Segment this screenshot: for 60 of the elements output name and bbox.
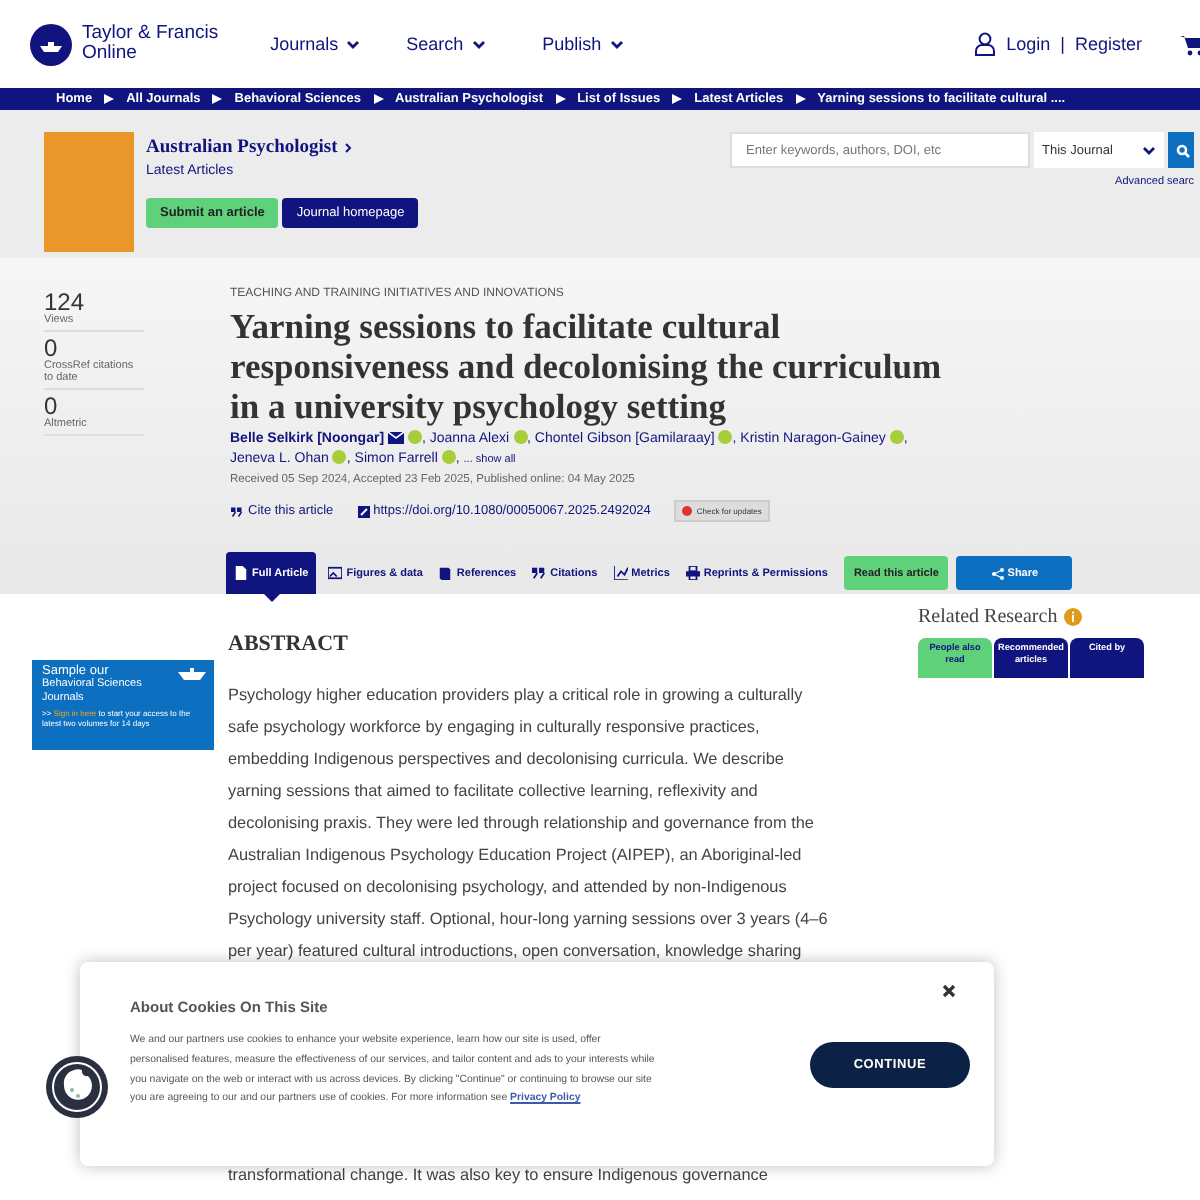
orcid-icon[interactable] [889, 430, 904, 444]
nav-menu[interactable]: Journals [270, 34, 407, 54]
search-icon [1176, 143, 1194, 157]
printer-icon [685, 566, 700, 580]
chevron-right-icon [343, 142, 352, 154]
nav-menu[interactable]: Search [406, 34, 543, 54]
chevron-down-icon [1142, 145, 1156, 155]
metric-value: 0 [44, 336, 58, 360]
orcid-icon[interactable] [332, 450, 347, 464]
metric-value: 0 [44, 394, 58, 418]
metric-value: 124 [44, 290, 87, 314]
book-icon [438, 566, 453, 580]
separator: | [1060, 34, 1065, 54]
close-icon[interactable] [942, 984, 956, 998]
orcid-icon[interactable] [441, 450, 456, 464]
triangle-right-icon [672, 94, 683, 104]
abstract-line: Australian Indigenous Psychology Education Project (AIPEP), an Aboriginal-led [228, 844, 804, 868]
search-button[interactable] [1168, 132, 1194, 168]
journal-cover[interactable] [44, 132, 134, 252]
orcid-icon[interactable] [407, 430, 422, 444]
abstract-line: decolonising praxis. They were led through relationship and governance from the [228, 812, 816, 836]
abstract-line: Psychology higher education providers play a critical role in growing a culturally [228, 684, 805, 708]
email-icon[interactable] [387, 432, 404, 444]
abstract-line: project focused on decolonising psychology, and attended by non-Indigenous [228, 876, 789, 900]
abstract-line: safe psychology workforce by engaging in culturally responsive practices, [228, 716, 762, 740]
share-icon [991, 567, 1004, 579]
brand-name: Taylor & Francis [82, 24, 219, 44]
article-title: Yarning sessions to facilitate cultural responsiveness and decolonising the curriculum in a university psychology setting [230, 306, 944, 426]
orcid-icon[interactable] [718, 430, 733, 444]
cart-icon[interactable] [1180, 33, 1200, 55]
chart-icon [613, 566, 628, 580]
document-icon [234, 566, 248, 580]
abstract-line: transformational change. It was also key to ensure Indigenous governance [228, 1164, 770, 1188]
user-icon [974, 32, 997, 56]
abstract-heading: ABSTRACT [228, 632, 350, 656]
triangle-right-icon [795, 94, 806, 104]
abstract-line: yarning sessions that aimed to facilitate collective learning, reflexivity and [228, 780, 760, 804]
abstract-line: Psychology university staff. Optional, hour-long yarning sessions over 3 years (4–6 [228, 908, 830, 932]
chevron-down-icon [609, 39, 624, 49]
cookie-icon[interactable] [46, 1056, 108, 1118]
nav-menu[interactable]: Publish [542, 34, 679, 54]
triangle-right-icon [555, 94, 566, 104]
quote-icon [532, 566, 547, 580]
triangle-right-icon [104, 94, 115, 104]
orcid-icon[interactable] [513, 430, 527, 444]
register-link[interactable]: Register [1074, 34, 1142, 54]
triangle-right-icon [373, 94, 384, 104]
chevron-down-icon [346, 39, 361, 49]
abstract-line: embedding Indigenous perspectives and decolonising curricula. We describe [228, 748, 786, 772]
info-icon[interactable] [1063, 608, 1082, 626]
journal-title[interactable]: Australian Psychologist [146, 138, 338, 158]
chevron-down-icon [471, 39, 486, 49]
external-link-icon [357, 505, 370, 517]
login-link[interactable]: Login [1006, 34, 1051, 54]
abstract-line: per year) featured cultural introductions, open conversation, knowledge sharing [228, 940, 804, 964]
triangle-right-icon [212, 94, 223, 104]
image-icon [328, 566, 343, 580]
related-research-heading: Related Research [918, 606, 1058, 628]
quote-icon [230, 505, 244, 517]
brand-subtitle: Online [82, 44, 139, 64]
